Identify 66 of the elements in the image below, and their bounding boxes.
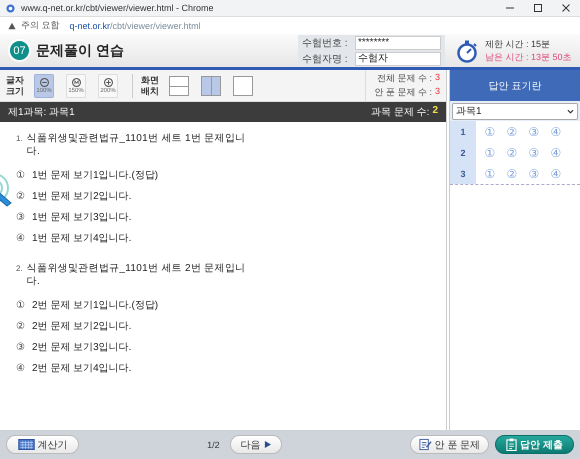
layout-button[interactable] [201,76,221,96]
submit-button[interactable]: 답안 제출 [495,435,574,454]
page-indicator: 1/2 [207,440,220,450]
subject-title: 제1과목: 과목1 [8,106,75,119]
memo-icon [418,438,432,451]
option-marker[interactable]: ③ [16,210,27,222]
close-icon[interactable] [561,3,571,13]
answer-number: 1 [450,121,476,142]
count-value: 3 [434,86,440,98]
url-text[interactable]: q-net.or.kr/cbt/viewer/viewer.html [70,20,201,30]
count-value: 3 [434,72,440,84]
stopwatch-icon [455,38,479,62]
question-text: 식품위생및관련법규_1101번 세트 2번 문제입니다. [26,262,246,288]
count-value: 2 [432,105,438,118]
input-field: 수험자 [355,52,441,66]
zoom-icon [70,77,82,88]
font-size-label: 글자 크기 [6,74,25,96]
layout-button[interactable] [233,76,253,96]
step-badge: 07 [8,39,31,62]
option-text[interactable]: 1번 문제 보기1입니다.(정답) [32,168,158,182]
option-text[interactable]: 2번 문제 보기2입니다. [32,318,132,332]
page-title: 문제풀이 연습 [36,42,124,60]
subject-select[interactable]: 과목1 [452,102,578,120]
zoom-icon [38,77,50,88]
option-marker[interactable]: ③ [16,340,27,352]
option-text[interactable]: 1번 문제 보기4입니다. [32,230,132,244]
maximize-icon[interactable] [533,3,543,13]
warning-icon [8,22,16,30]
play-icon [264,441,271,448]
window-title: www.q-net.or.kr/cbt/viewer/viewer.html - Chrome [21,3,214,13]
option-text[interactable]: 2번 문제 보기3입니다. [32,340,132,354]
input-field: ******** [355,36,441,50]
time-limit: 제한 시간 : 15분 [485,38,552,50]
count-label: 과목 문제 수: [371,106,430,119]
option-text[interactable]: 2번 문제 보기1입니다.(정답) [32,298,158,312]
next-button[interactable]: 다음 [230,435,282,454]
option-marker[interactable]: ① [16,298,27,310]
unsolved-button[interactable]: 안 푼 문제 [410,435,490,454]
count-label: 안 푼 문제 수 : [374,86,432,99]
layout-button[interactable] [169,76,189,96]
option-marker[interactable]: ④ [16,362,27,374]
calculator-button[interactable]: 계산기 [6,435,79,454]
time-remaining: 남은 시간 : 13분 50초 [485,50,572,64]
chevron-down-icon [567,108,574,114]
calculator-icon [18,439,34,450]
layout-label: 화면 배치 [141,74,160,96]
count-label: 전체 문제 수 : [376,72,432,85]
answer-number: 3 [450,163,476,184]
field-label: 수험자명 : [302,52,349,66]
option-marker[interactable]: ① [16,168,27,180]
option-text[interactable]: 2번 문제 보기4입니다. [32,360,132,374]
option-marker[interactable]: ② [16,320,27,332]
question-text: 식품위생및관련법규_1101번 세트 1번 문제입니다. [26,132,246,158]
answer-sheet-title: 답안 표기란 [450,70,580,101]
option-marker[interactable]: ② [16,190,27,202]
question-number: 2. [16,263,23,275]
answer-number: 2 [450,142,476,163]
option-marker[interactable]: ④ [16,232,27,244]
site-icon [6,4,15,12]
security-warning[interactable]: 주의 요함 [21,19,60,32]
field-label: 수험번호 : [302,36,349,50]
zoom-icon [102,77,114,88]
option-text[interactable]: 1번 문제 보기3입니다. [32,210,132,224]
clipboard-icon [506,438,518,451]
option-text[interactable]: 1번 문제 보기2입니다. [32,188,132,202]
question-number: 1. [16,133,23,145]
